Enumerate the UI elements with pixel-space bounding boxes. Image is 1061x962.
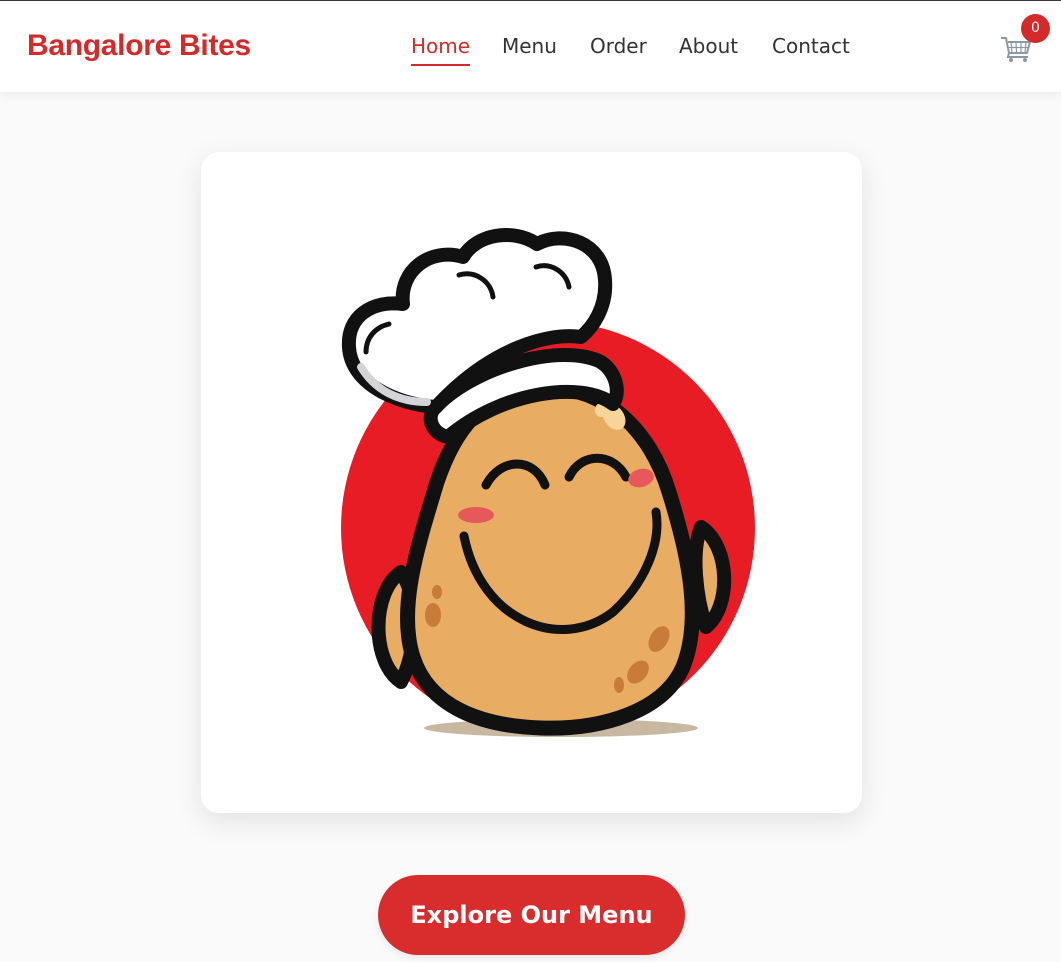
brand-logo-text[interactable]: Bangalore Bites <box>27 29 251 63</box>
nav-menu[interactable]: Menu <box>502 34 557 58</box>
site-header: Bangalore Bites Home Menu Order About Co… <box>0 1 1061 92</box>
explore-menu-button[interactable]: Explore Our Menu <box>378 875 685 955</box>
nav-contact[interactable]: Contact <box>772 34 850 58</box>
nav-home[interactable]: Home <box>411 34 471 66</box>
nav-about[interactable]: About <box>679 34 738 58</box>
cart-count-badge: 0 <box>1021 14 1050 43</box>
hero-image-card <box>201 152 862 813</box>
nav-order[interactable]: Order <box>590 34 647 58</box>
potato-chef-mascot-image <box>341 228 755 737</box>
